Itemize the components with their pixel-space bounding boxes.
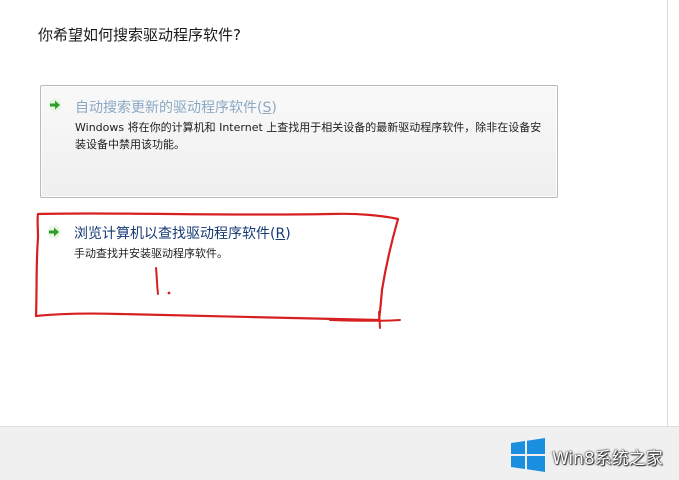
watermark: Win8系统之家	[510, 438, 674, 472]
browse-computer-title-close: )	[285, 226, 291, 242]
watermark-text: Win8系统之家	[552, 449, 663, 469]
browse-computer-option[interactable]: 浏览计算机以查找驱动程序软件(R) 手动查找并安装驱动程序软件。	[40, 219, 558, 279]
red-handwritten-dot	[167, 291, 171, 295]
auto-search-option[interactable]: 自动搜索更新的驱动程序软件(S) Windows 将在你的计算机和 Intern…	[40, 85, 558, 198]
browse-computer-title-text: 浏览计算机以查找驱动程序软件(	[74, 226, 276, 242]
browse-computer-description: 手动查找并安装驱动程序软件。	[74, 247, 228, 260]
green-arrow-icon	[47, 225, 61, 239]
auto-search-title: 自动搜索更新的驱动程序软件(S)	[75, 97, 277, 117]
windows-logo-icon	[511, 438, 545, 472]
green-arrow-icon	[48, 98, 62, 112]
window-border	[667, 0, 668, 426]
browse-computer-hotkey: R	[275, 226, 286, 242]
red-overshoot-line	[329, 311, 401, 329]
dialog-heading: 你希望如何搜索驱动程序软件?	[38, 26, 241, 44]
driver-update-dialog: 你希望如何搜索驱动程序软件? 自动搜索更新的驱动程序软件(S) Windows …	[0, 0, 679, 480]
auto-search-title-text: 自动搜索更新的驱动程序软件(	[75, 100, 263, 116]
auto-search-title-close: )	[271, 100, 277, 116]
browse-computer-title: 浏览计算机以查找驱动程序软件(R)	[74, 223, 291, 243]
auto-search-description: Windows 将在你的计算机和 Internet 上查找用于相关设备的最新驱动…	[75, 121, 542, 151]
